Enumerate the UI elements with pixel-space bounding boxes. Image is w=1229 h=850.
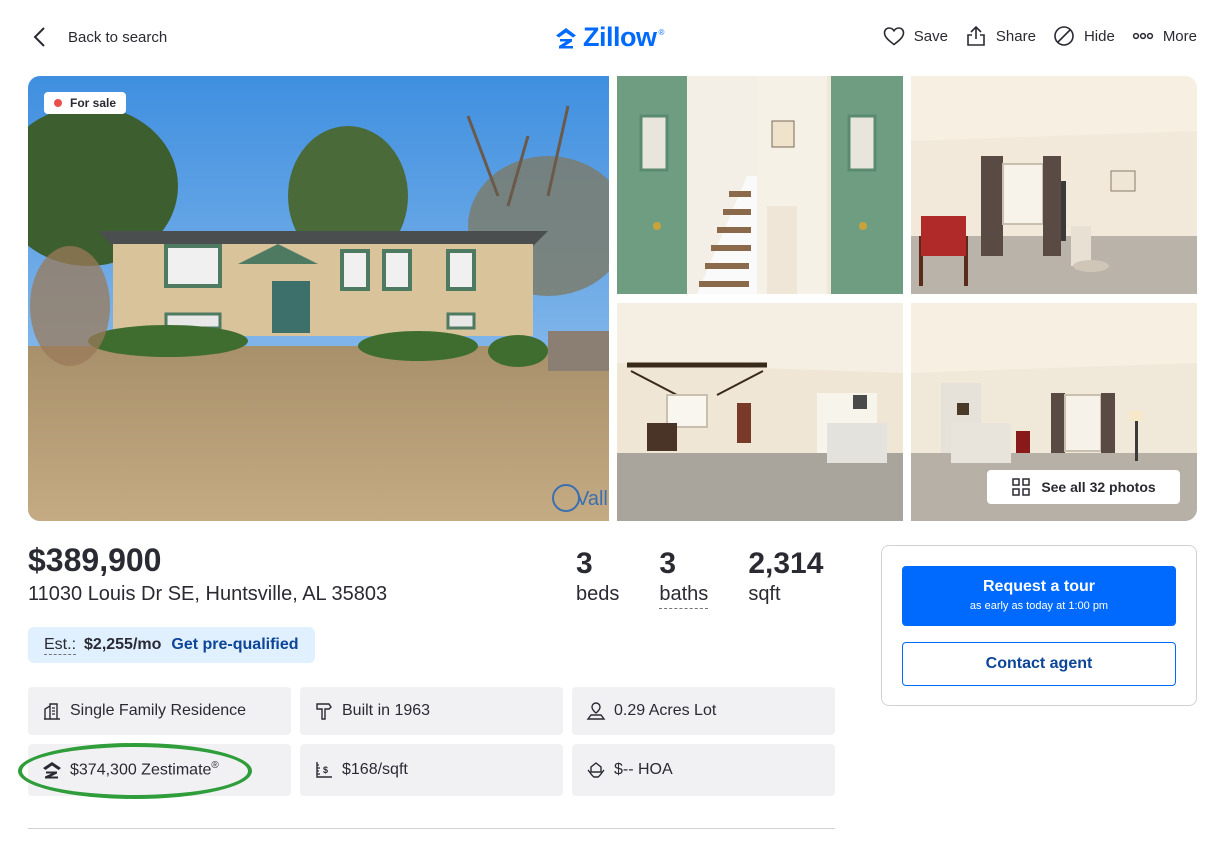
logo-wordmark: Zillow: [583, 22, 657, 52]
price-sqft-icon: $: [316, 762, 332, 778]
chevron-left-icon: [33, 27, 45, 47]
status-dot: [54, 99, 62, 107]
zillow-logo[interactable]: Zillow ®: [554, 22, 664, 53]
more-label: More: [1162, 27, 1197, 45]
listing-price: $389,900: [28, 542, 162, 578]
living-room-image: [911, 76, 1197, 294]
zillow-icon: [43, 762, 61, 779]
top-bar: Back to search Zillow ® Save Share Hide …: [0, 0, 1229, 76]
request-tour-sublabel: as early as today at 1:00 pm: [969, 600, 1109, 612]
baths-value: 3: [659, 547, 677, 580]
hammer-icon: [316, 703, 332, 720]
building-icon: [44, 703, 60, 720]
save-button[interactable]: Save: [882, 24, 948, 48]
save-label: Save: [913, 27, 948, 45]
hide-button[interactable]: Hide: [1052, 24, 1115, 48]
fact-hoa: $-- HOA: [572, 744, 835, 796]
back-label: Back to search: [68, 28, 168, 46]
header-actions: Save Share Hide More: [882, 24, 1197, 48]
beds-stat: 3 beds: [576, 547, 619, 609]
more-button[interactable]: More: [1131, 24, 1197, 48]
listing-address: 11030 Louis Dr SE, Huntsville, AL 35803: [28, 583, 388, 605]
logo-registered-mark: ®: [658, 28, 665, 37]
see-all-photos-button[interactable]: See all 32 photos: [987, 470, 1180, 504]
hide-label: Hide: [1083, 27, 1115, 45]
grid-icon: [1012, 478, 1031, 496]
listing-stats: 3 beds 3 baths 2,314 sqft: [576, 547, 863, 609]
fact-price-per-sqft: $ $168/sqft: [300, 744, 563, 796]
section-divider: [28, 828, 835, 829]
share-icon: [967, 25, 985, 46]
fact-price-per-sqft-text: $168/sqft: [342, 761, 408, 778]
sqft-stat: 2,314 sqft: [748, 547, 823, 609]
share-label: Share: [995, 27, 1036, 45]
house-exterior-image: Vall: [28, 76, 609, 521]
lot-icon: [586, 702, 606, 720]
fact-zestimate[interactable]: $374,300 Zestimate®: [28, 744, 291, 796]
hide-icon: [1054, 26, 1074, 46]
sqft-value: 2,314: [748, 547, 824, 580]
baths-stat[interactable]: 3 baths: [659, 547, 709, 609]
beds-value: 3: [576, 547, 593, 580]
more-icon: [1132, 32, 1153, 40]
request-tour-label: Request a tour: [982, 578, 1095, 595]
tour-card: Request a tour as early as today at 1:00…: [881, 545, 1197, 706]
entry-door-image: [617, 76, 903, 294]
heart-icon: [883, 27, 905, 46]
fact-home-type-text: Single Family Residence: [70, 702, 247, 719]
fact-home-type: Single Family Residence: [28, 687, 291, 735]
fact-lot-size-text: 0.29 Acres Lot: [614, 702, 717, 719]
estimate-label[interactable]: Est.:: [44, 636, 77, 655]
fact-zestimate-text: $374,300 Zestimate®: [70, 760, 219, 779]
estimate-amount: $2,255/mo: [84, 636, 162, 653]
fact-year-built: Built in 1963: [300, 687, 563, 735]
back-to-search-link[interactable]: Back to search: [30, 24, 167, 50]
dining-room-image: [617, 303, 903, 521]
fact-year-built-text: Built in 1963: [342, 702, 431, 719]
main-house-photo[interactable]: Vall For sale: [28, 76, 609, 521]
fact-lot-size: 0.29 Acres Lot: [572, 687, 835, 735]
hoa-icon: [587, 762, 605, 778]
sqft-label: sqft: [748, 583, 781, 605]
dining-room-photo[interactable]: [617, 303, 903, 521]
svg-text:$: $: [323, 765, 328, 775]
status-badge-label: For sale: [70, 96, 117, 110]
photo-watermark: Vall: [576, 488, 608, 510]
fact-hoa-text: $-- HOA: [614, 761, 673, 778]
zestimate-value: $374,300 Zestimate: [70, 761, 212, 779]
registered-mark: ®: [211, 760, 219, 772]
share-button[interactable]: Share: [964, 24, 1036, 48]
payment-estimate: Est.: $2,255/mo Get pre-qualified: [28, 627, 315, 663]
request-tour-button[interactable]: Request a tour as early as today at 1:00…: [902, 566, 1176, 626]
baths-label[interactable]: baths: [659, 583, 709, 609]
contact-agent-button[interactable]: Contact agent: [902, 642, 1176, 686]
beds-label: beds: [576, 583, 620, 605]
get-pre-qualified-link[interactable]: Get pre-qualified: [171, 636, 298, 654]
entry-photo[interactable]: [617, 76, 903, 294]
zillow-logo-icon: [556, 27, 576, 48]
living-room-photo[interactable]: [911, 76, 1197, 294]
see-all-photos-label: See all 32 photos: [1041, 479, 1156, 495]
status-badge: For sale: [44, 92, 127, 114]
photo-gallery: Vall For sale: [28, 76, 1197, 521]
